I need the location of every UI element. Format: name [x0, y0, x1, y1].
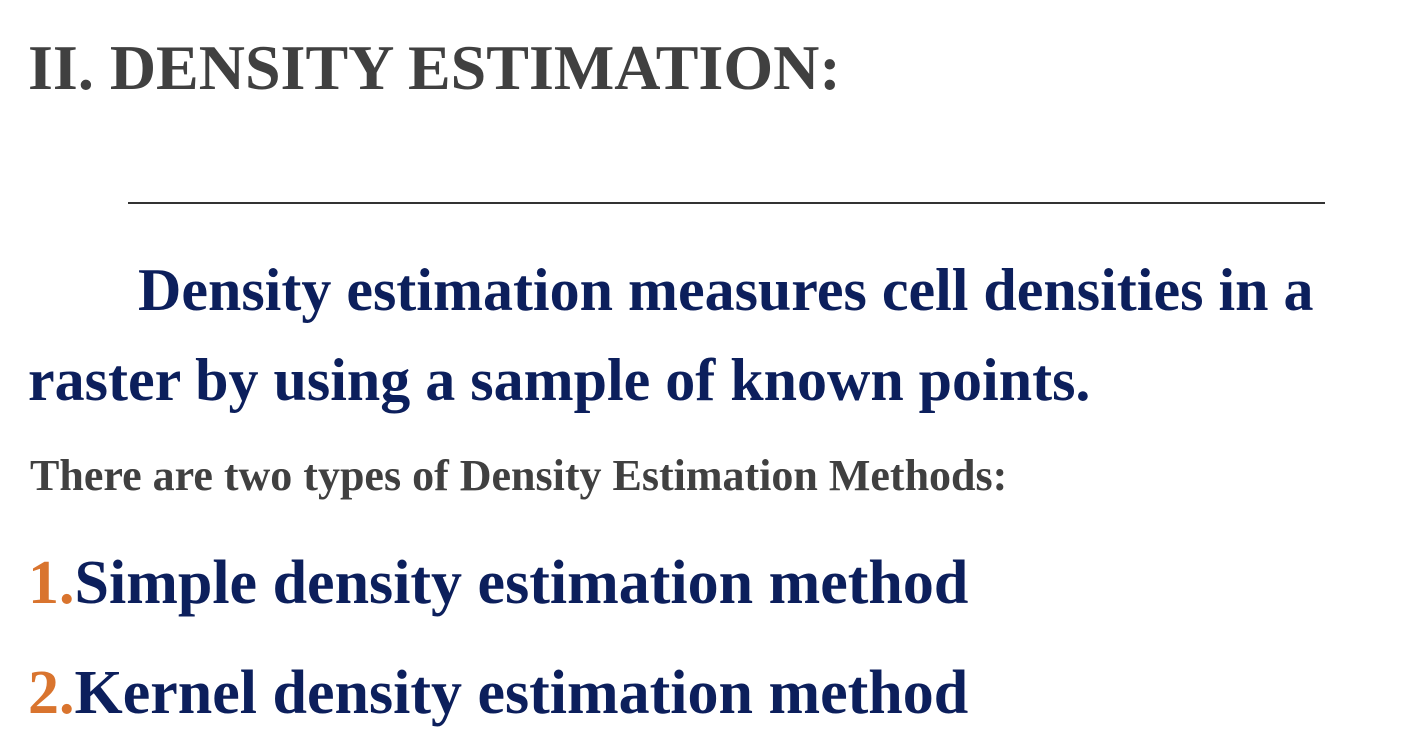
list-item-label: Kernel density estimation method: [74, 659, 969, 727]
section-heading: II. DENSITY ESTIMATION:: [28, 32, 841, 103]
methods-list: 1.Simple density estimation method 2.Ker…: [28, 528, 968, 748]
definition-paragraph: Density estimation measures cell densiti…: [28, 257, 1314, 413]
list-item: 1.Simple density estimation method: [28, 528, 968, 638]
list-number: 1.: [28, 549, 75, 617]
methods-intro: There are two types of Density Estimatio…: [30, 451, 1008, 500]
list-number: 2.: [28, 659, 75, 727]
horizontal-divider: [128, 202, 1325, 204]
list-item-label: Simple density estimation method: [74, 549, 969, 617]
list-item: 2.Kernel density estimation method: [28, 638, 968, 748]
